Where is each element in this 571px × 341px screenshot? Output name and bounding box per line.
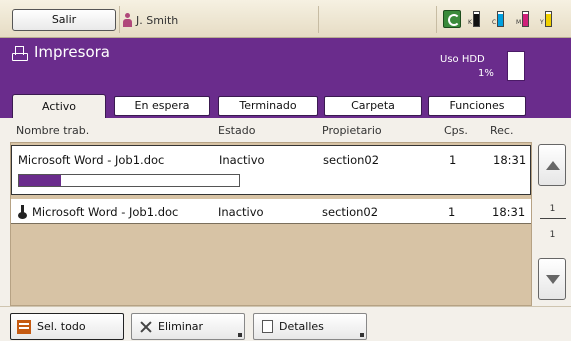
column-header: Cps. xyxy=(444,124,468,137)
tab-finished[interactable]: Terminado xyxy=(218,96,318,116)
hdd-usage-value: 1% xyxy=(478,68,494,79)
column-header: Nombre trab. xyxy=(16,124,90,137)
divider xyxy=(436,6,437,33)
list-icon xyxy=(17,319,31,334)
toner-level-bar xyxy=(544,11,552,27)
job-status: Inactivo xyxy=(219,153,265,167)
arrow-down-icon xyxy=(546,275,560,284)
scroll-down-button[interactable] xyxy=(538,258,566,300)
column-header: Rec. xyxy=(490,124,514,137)
job-list[interactable]: Microsoft Word - Job1.doc Inactivo secti… xyxy=(10,142,532,306)
submenu-indicator-icon xyxy=(360,333,364,337)
user-name: J. Smith xyxy=(136,13,179,27)
job-owner: section02 xyxy=(322,205,379,219)
hdd-usage-gauge xyxy=(507,51,525,81)
scroll-up-button[interactable] xyxy=(538,144,566,186)
select-all-label: Sel. todo xyxy=(37,320,86,333)
tab-folder[interactable]: Carpeta xyxy=(324,96,422,116)
job-name: Microsoft Word - Job1.doc xyxy=(18,153,165,167)
toner-c: C xyxy=(492,11,505,27)
current-page: 1 xyxy=(549,204,556,214)
toner-level-bar xyxy=(472,11,480,27)
user-indicator: J. Smith xyxy=(122,9,178,31)
page-title: Impresora xyxy=(34,43,110,61)
job-received: 18:31 xyxy=(492,205,526,219)
job-owner: section02 xyxy=(323,153,380,167)
tab-waiting[interactable]: En espera xyxy=(114,96,210,116)
job-name: Microsoft Word - Job1.doc xyxy=(32,205,179,219)
toner-label: C xyxy=(492,19,497,26)
hdd-usage-label: Uso HDD xyxy=(440,54,485,65)
scroll-controls: 1 1 xyxy=(534,142,571,306)
toner-level-bar xyxy=(497,11,505,27)
table-header: Nombre trab. Estado Propietario Cps. Rec… xyxy=(0,118,534,142)
job-received: 18:31 xyxy=(493,153,527,167)
logout-button[interactable]: Salir xyxy=(12,9,116,31)
job-list-panel: Nombre trab. Estado Propietario Cps. Rec… xyxy=(0,118,571,306)
job-tabs: Activo En espera Terminado Carpeta Funci… xyxy=(0,94,571,120)
job-progress-fill xyxy=(19,175,61,186)
submenu-indicator-icon xyxy=(238,333,242,337)
user-icon xyxy=(122,13,133,27)
details-label: Detalles xyxy=(279,320,324,333)
divider xyxy=(119,6,120,33)
details-button[interactable]: Detalles xyxy=(253,313,367,340)
tab-functions[interactable]: Funciones xyxy=(428,96,526,116)
toner-label: K xyxy=(468,19,472,26)
tab-active[interactable]: Activo xyxy=(12,94,106,120)
action-bar: Sel. todo Eliminar Detalles xyxy=(0,306,571,341)
job-progress-bar xyxy=(18,174,240,187)
toner-m: M xyxy=(516,11,530,27)
status-bar: Salir J. Smith K C M Y xyxy=(0,0,571,38)
arrow-up-icon xyxy=(546,161,560,170)
column-header: Propietario xyxy=(322,124,382,137)
hold-icon xyxy=(18,205,27,219)
job-copies: 1 xyxy=(448,205,456,219)
delete-label: Eliminar xyxy=(158,320,204,333)
job-status: Inactivo xyxy=(218,205,264,219)
toner-level-bar xyxy=(522,11,530,27)
delete-button[interactable]: Eliminar xyxy=(131,313,245,340)
document-icon xyxy=(262,320,273,333)
printer-icon xyxy=(12,46,28,61)
table-row[interactable]: Microsoft Word - Job1.doc Inactivo secti… xyxy=(11,199,531,224)
toner-k: K xyxy=(468,11,480,27)
close-icon xyxy=(140,321,152,333)
toner-y: Y xyxy=(540,11,552,27)
select-all-button[interactable]: Sel. todo xyxy=(10,313,124,340)
column-header: Estado xyxy=(218,124,256,137)
toner-label: Y xyxy=(540,19,544,26)
table-row[interactable]: Microsoft Word - Job1.doc Inactivo secti… xyxy=(11,145,531,195)
page-divider xyxy=(540,218,566,219)
eco-mode-icon[interactable] xyxy=(443,10,461,28)
job-copies: 1 xyxy=(449,153,457,167)
toner-label: M xyxy=(516,19,522,26)
divider xyxy=(318,6,319,33)
total-pages: 1 xyxy=(549,230,556,240)
